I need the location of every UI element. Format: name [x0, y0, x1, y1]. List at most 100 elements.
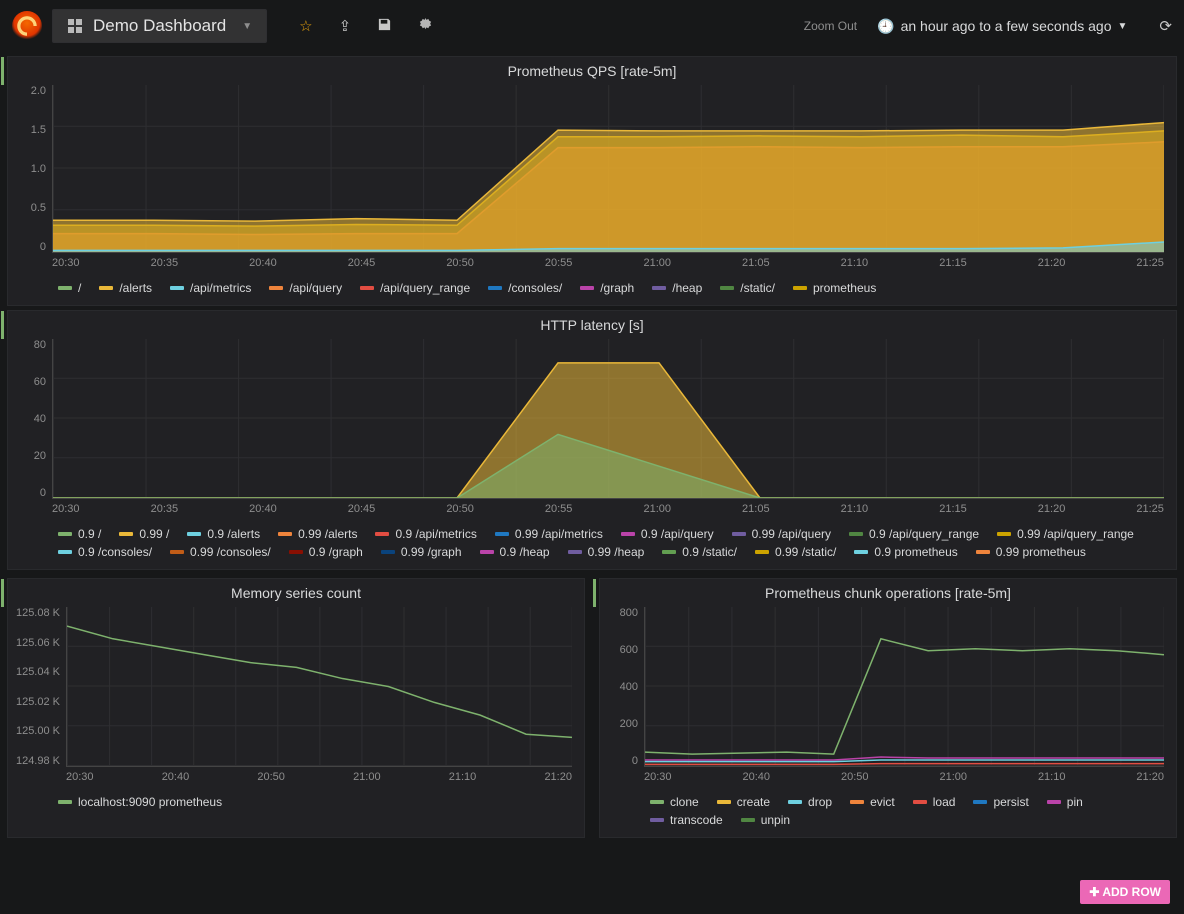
- legend-item[interactable]: persist: [973, 795, 1028, 809]
- legend-item[interactable]: 0.99 /: [119, 527, 169, 541]
- chart-qps[interactable]: 2.01.51.00.50 20:3020:3520:4020:4520:502…: [8, 81, 1176, 275]
- legend-item[interactable]: pin: [1047, 795, 1083, 809]
- legend-item[interactable]: 0.99 /graph: [381, 545, 462, 559]
- x-axis: 20:3020:4020:5021:0021:1021:20: [644, 767, 1164, 783]
- legend-label: 0.99 /graph: [401, 545, 462, 559]
- star-icon[interactable]: ☆: [299, 17, 312, 36]
- legend-swatch: [849, 532, 863, 536]
- legend-item[interactable]: /alerts: [99, 281, 152, 295]
- legend-label: pin: [1067, 795, 1083, 809]
- legend-item[interactable]: 0.99 /api/metrics: [495, 527, 603, 541]
- legend-item[interactable]: 0.9 /graph: [289, 545, 363, 559]
- legend-swatch: [480, 550, 494, 554]
- legend-item[interactable]: 0.9 /api/query: [621, 527, 714, 541]
- dashboard-picker[interactable]: Demo Dashboard ▼: [52, 9, 267, 43]
- legend-label: persist: [993, 795, 1028, 809]
- grafana-logo-icon[interactable]: [12, 11, 42, 41]
- legend-item[interactable]: 0.9 prometheus: [854, 545, 957, 559]
- legend-item[interactable]: 0.9 /heap: [480, 545, 550, 559]
- x-axis: 20:3020:4020:5021:0021:1021:20: [66, 767, 572, 783]
- legend-item[interactable]: /graph: [580, 281, 634, 295]
- chart-latency[interactable]: 806040200 20:3020:3520:4020:4520:5020:55…: [8, 335, 1176, 521]
- legend-label: 0.9 /: [78, 527, 101, 541]
- legend-item[interactable]: 0.99 /static/: [755, 545, 836, 559]
- refresh-icon[interactable]: ⟳: [1159, 17, 1172, 35]
- save-icon[interactable]: [377, 17, 392, 36]
- y-axis: 8006004002000: [600, 607, 642, 767]
- legend-item[interactable]: 0.9 /api/metrics: [375, 527, 476, 541]
- legend-item[interactable]: 0.99 /consoles/: [170, 545, 271, 559]
- legend-label: /graph: [600, 281, 634, 295]
- legend-swatch: [99, 286, 113, 290]
- legend-item[interactable]: drop: [788, 795, 832, 809]
- share-icon[interactable]: ⇪: [339, 17, 352, 36]
- legend-item[interactable]: transcode: [650, 813, 723, 827]
- legend-item[interactable]: /api/query_range: [360, 281, 470, 295]
- legend-item[interactable]: 0.9 /static/: [662, 545, 737, 559]
- time-range-picker[interactable]: 🕘 an hour ago to a few seconds ago ▼: [877, 18, 1127, 35]
- legend-item[interactable]: evict: [850, 795, 895, 809]
- legend-item[interactable]: load: [913, 795, 956, 809]
- add-row-button[interactable]: ✚ ADD ROW: [1080, 880, 1170, 904]
- legend-label: unpin: [761, 813, 790, 827]
- legend-swatch: [1047, 800, 1061, 804]
- legend-item[interactable]: /api/metrics: [170, 281, 251, 295]
- legend-item[interactable]: create: [717, 795, 770, 809]
- legend-label: transcode: [670, 813, 723, 827]
- legend-swatch: [269, 286, 283, 290]
- legend-item[interactable]: 0.9 /alerts: [187, 527, 260, 541]
- legend-label: load: [933, 795, 956, 809]
- legend-item[interactable]: /api/query: [269, 281, 342, 295]
- gear-icon[interactable]: [418, 17, 433, 36]
- legend-swatch: [170, 550, 184, 554]
- legend-label: create: [737, 795, 770, 809]
- clock-icon: 🕘: [877, 18, 894, 35]
- legend-item[interactable]: 0.99 /api/query_range: [997, 527, 1134, 541]
- legend-item[interactable]: 0.9 /api/query_range: [849, 527, 979, 541]
- legend-swatch: [720, 286, 734, 290]
- legend-label: 0.9 /alerts: [207, 527, 260, 541]
- legend-label: 0.99 /api/metrics: [515, 527, 603, 541]
- legend-swatch: [381, 550, 395, 554]
- legend-item[interactable]: 0.99 /api/query: [732, 527, 831, 541]
- legend-label: 0.99 prometheus: [996, 545, 1086, 559]
- legend-item[interactable]: /heap: [652, 281, 702, 295]
- legend-swatch: [58, 286, 72, 290]
- legend-swatch: [650, 800, 664, 804]
- legend-swatch: [568, 550, 582, 554]
- chart-chunk[interactable]: 8006004002000 20:3020:4020:5021:0021:102…: [600, 603, 1176, 789]
- plot-area: [644, 607, 1164, 767]
- legend-swatch: [976, 550, 990, 554]
- legend-label: 0.9 /consoles/: [78, 545, 152, 559]
- legend-swatch: [488, 286, 502, 290]
- legend-item[interactable]: /: [58, 281, 81, 295]
- legend-label: /heap: [672, 281, 702, 295]
- legend-label: /api/query_range: [380, 281, 470, 295]
- legend-swatch: [58, 550, 72, 554]
- zoom-out-button[interactable]: Zoom Out: [804, 19, 857, 33]
- legend-label: 0.9 /static/: [682, 545, 737, 559]
- x-axis: 20:3020:3520:4020:4520:5020:5521:0021:05…: [52, 499, 1164, 515]
- legend-item[interactable]: 0.99 /heap: [568, 545, 645, 559]
- legend-item[interactable]: 0.9 /consoles/: [58, 545, 152, 559]
- chart-memory[interactable]: 125.08 K125.06 K125.04 K125.02 K125.00 K…: [8, 603, 584, 789]
- legend-label: 0.99 /api/query_range: [1017, 527, 1134, 541]
- dashboard-name: Demo Dashboard: [93, 16, 226, 36]
- legend-item[interactable]: /consoles/: [488, 281, 562, 295]
- legend-swatch: [913, 800, 927, 804]
- legend-label: 0.9 /api/query: [641, 527, 714, 541]
- legend-item[interactable]: /static/: [720, 281, 775, 295]
- dashboard-grid-icon: [67, 18, 83, 34]
- legend-item[interactable]: 0.9 /: [58, 527, 101, 541]
- legend-item[interactable]: 0.99 prometheus: [976, 545, 1086, 559]
- legend-item[interactable]: 0.99 /alerts: [278, 527, 357, 541]
- legend-item[interactable]: clone: [650, 795, 699, 809]
- legend-item[interactable]: prometheus: [793, 281, 876, 295]
- legend-item[interactable]: localhost:9090 prometheus: [58, 795, 222, 809]
- legend-swatch: [58, 800, 72, 804]
- legend-label: 0.99 /consoles/: [190, 545, 271, 559]
- top-nav: Demo Dashboard ▼ ☆ ⇪ Zoom Out 🕘 an hour …: [0, 0, 1184, 52]
- y-axis: 125.08 K125.06 K125.04 K125.02 K125.00 K…: [8, 607, 64, 767]
- legend-item[interactable]: unpin: [741, 813, 790, 827]
- legend-label: prometheus: [813, 281, 876, 295]
